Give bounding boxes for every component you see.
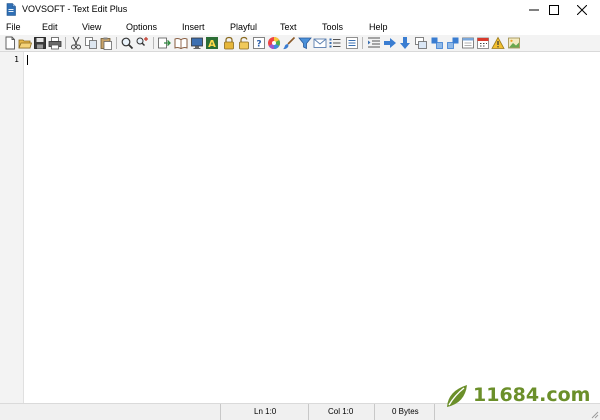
status-empty <box>0 404 220 420</box>
warning-icon[interactable] <box>491 36 505 50</box>
arrow-down-icon[interactable] <box>398 36 412 50</box>
indent-icon[interactable] <box>367 36 381 50</box>
calendar-icon[interactable] <box>476 36 490 50</box>
filter-icon[interactable] <box>298 36 312 50</box>
title-bar: VOVSOFT - Text Edit Plus <box>0 0 600 20</box>
find-icon[interactable] <box>120 36 134 50</box>
maximize-icon <box>549 5 559 15</box>
unlock-icon[interactable] <box>237 36 251 50</box>
help-icon[interactable]: ? <box>252 36 266 50</box>
line-number: 1 <box>14 55 19 64</box>
window-icon[interactable] <box>461 36 475 50</box>
status-column-text: Col 1:0 <box>328 407 354 416</box>
book-icon[interactable] <box>174 36 188 50</box>
close-button[interactable] <box>564 0 600 20</box>
print-icon[interactable] <box>48 36 62 50</box>
toolbar: A ? <box>0 35 600 52</box>
menu-file[interactable]: File <box>6 22 21 32</box>
email-icon[interactable] <box>313 36 327 50</box>
menu-playful[interactable]: Playful <box>230 22 257 32</box>
lock-icon[interactable] <box>222 36 236 50</box>
status-line: Ln 1:0 <box>220 404 308 420</box>
color-wheel-icon[interactable] <box>267 36 281 50</box>
menu-options[interactable]: Options <box>126 22 157 32</box>
status-column: Col 1:0 <box>308 404 374 420</box>
watermark-text: 11684.com <box>473 384 591 406</box>
replace-icon[interactable] <box>135 36 149 50</box>
menu-help[interactable]: Help <box>369 22 388 32</box>
status-size-text: 0 Bytes <box>392 407 419 416</box>
save-icon[interactable] <box>33 36 47 50</box>
sort-za-icon[interactable] <box>446 36 460 50</box>
toolbar-separator <box>116 37 117 49</box>
text-caret <box>27 55 28 65</box>
app-icon <box>6 3 16 16</box>
sort-az-icon[interactable] <box>430 36 444 50</box>
go-to-line-icon[interactable] <box>157 36 171 50</box>
open-folder-icon[interactable] <box>18 36 32 50</box>
paste-icon[interactable] <box>99 36 113 50</box>
toolbar-separator <box>362 37 363 49</box>
watermark-logo-icon <box>447 385 467 407</box>
copy-window-icon[interactable] <box>414 36 428 50</box>
text-editor-area[interactable] <box>25 52 600 403</box>
menu-text[interactable]: Text <box>280 22 297 32</box>
new-file-icon[interactable] <box>3 36 17 50</box>
status-size: 0 Bytes <box>374 404 434 420</box>
editor: 1 <box>0 52 600 403</box>
cut-icon[interactable] <box>69 36 83 50</box>
arrow-right-icon[interactable] <box>383 36 397 50</box>
toolbar-separator <box>65 37 66 49</box>
font-color-icon[interactable]: A <box>205 36 219 50</box>
svg-text:A: A <box>208 39 216 50</box>
watermark: 11684.com <box>443 381 591 411</box>
list-icon[interactable] <box>328 36 342 50</box>
window-title: VOVSOFT - Text Edit Plus <box>22 4 128 14</box>
image-icon[interactable] <box>507 36 521 50</box>
menu-view[interactable]: View <box>82 22 101 32</box>
monitor-icon[interactable] <box>190 36 204 50</box>
menu-bar: File Edit View Options Insert Playful Te… <box>0 20 600 35</box>
status-line-text: Ln 1:0 <box>254 407 277 416</box>
line-number-gutter: 1 <box>0 52 24 403</box>
menu-insert[interactable]: Insert <box>182 22 205 32</box>
menu-edit[interactable]: Edit <box>42 22 58 32</box>
brush-icon[interactable] <box>282 36 296 50</box>
svg-text:?: ? <box>256 40 261 50</box>
numbered-list-icon[interactable] <box>345 36 359 50</box>
close-icon <box>577 5 587 15</box>
copy-icon[interactable] <box>84 36 98 50</box>
toolbar-separator <box>153 37 154 49</box>
menu-tools[interactable]: Tools <box>322 22 343 32</box>
